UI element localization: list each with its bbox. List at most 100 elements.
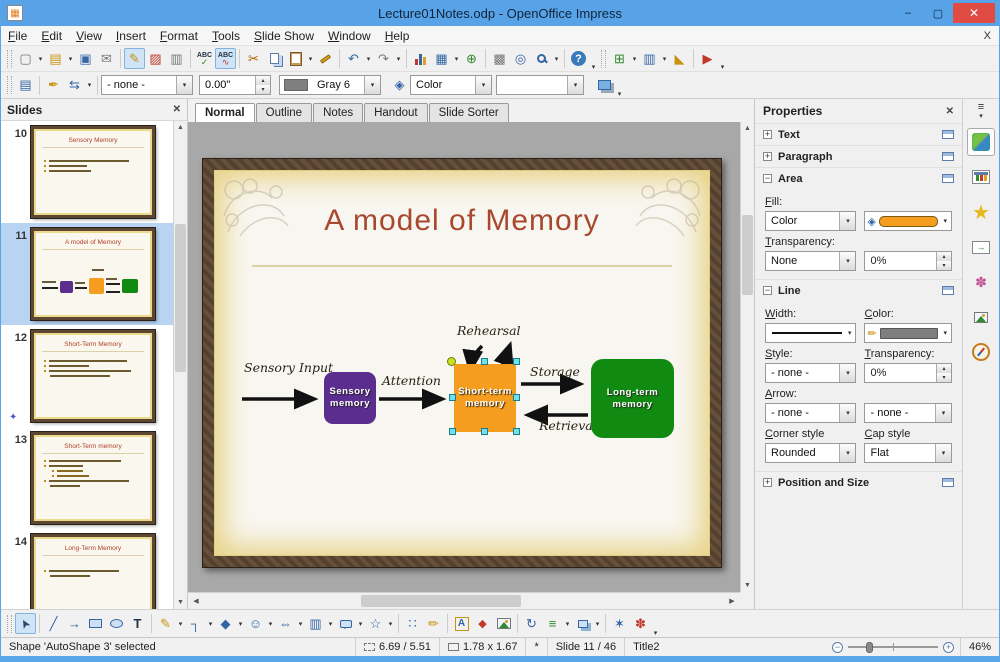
scroll-down-icon[interactable]: ▼	[741, 579, 754, 592]
arrow-end-select[interactable]: - none - ▾	[864, 403, 952, 423]
glue-points-button[interactable]: ✏	[423, 613, 444, 634]
arrow-endings-dropdown-arrow[interactable]: ▾	[85, 81, 94, 89]
slide-thumbnail-13[interactable]: 13 Short-Term memory	[1, 427, 173, 529]
menu-edit[interactable]: Edit	[34, 27, 69, 45]
line-width-button[interactable]: ▾	[765, 323, 857, 343]
chevron-down-icon[interactable]: ▾	[839, 364, 856, 382]
animation-tab[interactable]: ★	[967, 198, 995, 226]
minimize-button[interactable]: –	[893, 3, 923, 23]
start-slideshow-button[interactable]: ▶	[697, 48, 718, 69]
collapse-icon[interactable]: −	[763, 174, 772, 183]
interaction-button[interactable]: ✽	[630, 613, 651, 634]
chevron-down-icon[interactable]: ▾	[935, 444, 951, 462]
print-button[interactable]: ▥	[166, 48, 187, 69]
menu-insert[interactable]: Insert	[109, 27, 153, 45]
paste-dropdown-arrow[interactable]: ▾	[306, 55, 315, 63]
slide-thumbnail-11[interactable]: 11 A model of Memory	[1, 223, 173, 325]
save-button[interactable]: ▣	[75, 48, 96, 69]
arrow-start-select[interactable]: - none - ▾	[765, 403, 857, 423]
vertical-scrollbar[interactable]: ▲ ▼	[740, 122, 754, 592]
slide-workspace[interactable]: A model of Memory Sensory Input Attentio…	[188, 122, 740, 592]
insert-chart-button[interactable]	[410, 48, 431, 69]
corner-style-select[interactable]: Rounded ▾	[765, 443, 857, 463]
line-transparency-stepper[interactable]: 0% ▴ ▾	[864, 363, 952, 383]
chevron-down-icon[interactable]: ▾	[935, 404, 951, 422]
basic-shapes-button[interactable]: ◆	[215, 613, 236, 634]
clone-formatting-button[interactable]	[315, 48, 336, 69]
slide-thumbnail-14[interactable]: 14 Long-Term Memory	[1, 529, 173, 609]
arrange-dropdown-arrow[interactable]: ▾	[593, 620, 602, 628]
panel-dock-icon[interactable]	[942, 152, 954, 161]
basic-shapes-dropdown-arrow[interactable]: ▾	[236, 620, 245, 628]
line-style-select[interactable]: - none - ▾	[765, 363, 857, 383]
help-button[interactable]: ?	[568, 48, 589, 69]
arrange-button[interactable]	[572, 613, 593, 634]
line-style-select[interactable]: - none - ▾	[101, 75, 193, 95]
undo-dropdown-arrow[interactable]: ▾	[364, 55, 373, 63]
properties-tab[interactable]	[967, 128, 995, 156]
collapse-icon[interactable]: −	[763, 286, 772, 295]
symbol-shapes-button[interactable]: ☺	[245, 613, 266, 634]
tab-outline[interactable]: Outline	[255, 103, 313, 122]
table-dropdown-arrow[interactable]: ▾	[452, 55, 461, 63]
connector-dropdown-arrow[interactable]: ▾	[206, 620, 215, 628]
redo-button[interactable]: ↷	[373, 48, 394, 69]
expand-icon[interactable]: +	[763, 478, 772, 487]
line-dialog-button[interactable]: ✒	[43, 75, 64, 96]
menu-slideshow[interactable]: Slide Show	[247, 27, 321, 45]
flowchart-button[interactable]: ▥	[305, 613, 326, 634]
label-sensory-input[interactable]: Sensory Input	[244, 360, 333, 375]
scrollbar-thumb[interactable]	[361, 595, 521, 607]
menu-tools[interactable]: Tools	[205, 27, 247, 45]
redo-dropdown-arrow[interactable]: ▾	[394, 55, 403, 63]
connector-tool-button[interactable]: ┐	[185, 613, 206, 634]
ellipse-tool-button[interactable]	[106, 613, 127, 634]
selection-handle-rotate[interactable]	[447, 357, 456, 366]
toolbar-grip[interactable]	[7, 76, 12, 94]
tab-slide-sorter[interactable]: Slide Sorter	[428, 103, 509, 122]
styles-tab[interactable]: ✽	[967, 268, 995, 296]
chevron-down-icon[interactable]: ▾	[176, 76, 192, 94]
open-button[interactable]: ▤	[45, 48, 66, 69]
slide-layout-dropdown-arrow[interactable]: ▾	[660, 55, 669, 63]
label-attention[interactable]: Attention	[382, 373, 441, 388]
section-area[interactable]: − Area	[755, 167, 962, 189]
stars-button[interactable]: ☆	[365, 613, 386, 634]
stars-dropdown-arrow[interactable]: ▾	[386, 620, 395, 628]
selection-handle[interactable]	[449, 394, 456, 401]
slide-paper[interactable]: A model of Memory Sensory Input Attentio…	[214, 170, 710, 556]
chevron-down-icon[interactable]: ▾	[475, 76, 491, 94]
styles-button[interactable]: ▤	[15, 75, 36, 96]
tab-notes[interactable]: Notes	[313, 103, 364, 122]
gallery-tab[interactable]	[967, 303, 995, 331]
zoom-out-icon[interactable]: −	[831, 641, 843, 653]
section-line[interactable]: − Line	[755, 279, 962, 301]
curve-dropdown-arrow[interactable]: ▾	[176, 620, 185, 628]
chevron-down-icon[interactable]: ▾	[839, 404, 856, 422]
menu-format[interactable]: Format	[153, 27, 205, 45]
panel-dock-icon[interactable]	[942, 478, 954, 487]
box-long-term-memory[interactable]: Long-term memory	[591, 359, 674, 438]
edit-points-button[interactable]: ∷	[402, 613, 423, 634]
close-document-icon[interactable]: X	[984, 30, 991, 42]
zoom-button[interactable]	[531, 48, 552, 69]
line-width-stepper[interactable]: 0.00" ▴ ▾	[199, 75, 271, 95]
master-pages-tab[interactable]	[967, 163, 995, 191]
chevron-down-icon[interactable]: ▾	[839, 212, 856, 230]
autospellcheck-button[interactable]: ABC ∿	[215, 48, 236, 69]
toolbar-grip[interactable]	[7, 49, 12, 68]
zoom-slider-thumb[interactable]	[865, 642, 873, 653]
hyperlink-button[interactable]: ⊕	[461, 48, 482, 69]
chevron-down-icon[interactable]: ▾	[839, 252, 856, 270]
edit-mode-button[interactable]: ✎	[124, 48, 145, 69]
properties-close-icon[interactable]: ✕	[946, 106, 954, 117]
expand-icon[interactable]: +	[763, 130, 772, 139]
zoom-in-icon[interactable]: +	[942, 641, 954, 653]
fill-color-select[interactable]: ▾	[496, 75, 584, 95]
fill-type-select[interactable]: Color ▾	[765, 211, 857, 231]
gallery-button[interactable]	[493, 613, 514, 634]
arrow-endings-button[interactable]: ⇆	[64, 75, 85, 96]
label-retrieval[interactable]: Retrieval	[539, 418, 597, 433]
display-grid-button[interactable]: ▩	[489, 48, 510, 69]
selection-handle[interactable]	[513, 394, 520, 401]
